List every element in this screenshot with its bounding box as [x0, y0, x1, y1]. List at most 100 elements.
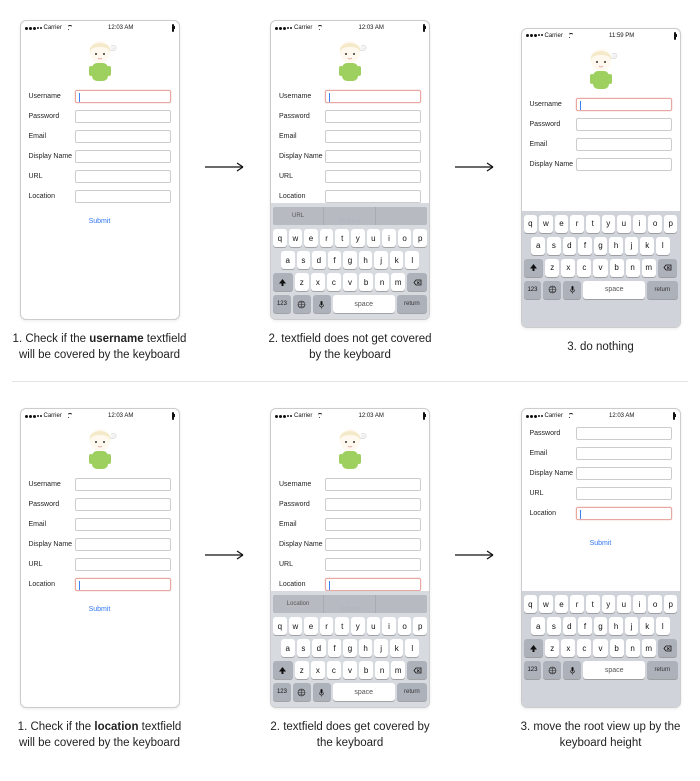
shift-key[interactable]: [524, 259, 544, 277]
mic-key[interactable]: [313, 295, 331, 313]
key-j[interactable]: j: [625, 617, 639, 635]
globe-key[interactable]: [293, 683, 311, 701]
username-field[interactable]: [75, 90, 171, 103]
key-u[interactable]: u: [617, 215, 631, 233]
key-d[interactable]: d: [312, 639, 326, 657]
key-s[interactable]: s: [547, 617, 561, 635]
return-key[interactable]: return: [647, 281, 677, 299]
shift-key[interactable]: [273, 661, 293, 679]
password-field[interactable]: [75, 110, 171, 123]
key-y[interactable]: y: [602, 595, 616, 613]
key-x[interactable]: x: [561, 639, 575, 657]
key-x[interactable]: x: [311, 661, 325, 679]
key-r[interactable]: r: [570, 595, 584, 613]
key-v[interactable]: v: [343, 661, 357, 679]
delete-key[interactable]: [407, 661, 427, 679]
numbers-key[interactable]: 123: [524, 661, 542, 679]
key-i[interactable]: i: [633, 215, 647, 233]
return-key[interactable]: return: [397, 295, 427, 313]
key-w[interactable]: w: [289, 229, 303, 247]
password-field[interactable]: [325, 498, 421, 511]
delete-key[interactable]: [407, 273, 427, 291]
key-t[interactable]: t: [335, 229, 349, 247]
key-q[interactable]: q: [524, 595, 538, 613]
key-f[interactable]: f: [328, 251, 342, 269]
key-d[interactable]: d: [563, 617, 577, 635]
key-h[interactable]: h: [609, 617, 623, 635]
key-l[interactable]: l: [656, 237, 670, 255]
key-f[interactable]: f: [328, 639, 342, 657]
key-n[interactable]: n: [626, 259, 640, 277]
key-v[interactable]: v: [593, 259, 607, 277]
predict-slot[interactable]: [325, 207, 376, 225]
key-k[interactable]: k: [390, 251, 404, 269]
key-v[interactable]: v: [593, 639, 607, 657]
email-field[interactable]: [75, 130, 171, 143]
submit-button[interactable]: Submit: [89, 218, 111, 225]
url-field[interactable]: [325, 170, 421, 183]
space-key[interactable]: space: [583, 661, 645, 679]
space-key[interactable]: space: [333, 295, 395, 313]
globe-key[interactable]: [543, 661, 561, 679]
key-c[interactable]: c: [577, 639, 591, 657]
key-g[interactable]: g: [343, 251, 357, 269]
predict-slot[interactable]: URL: [273, 207, 324, 225]
location-field[interactable]: [75, 190, 171, 203]
shift-key[interactable]: [273, 273, 293, 291]
return-key[interactable]: return: [647, 661, 677, 679]
key-c[interactable]: c: [327, 661, 341, 679]
key-v[interactable]: v: [343, 273, 357, 291]
key-k[interactable]: k: [640, 617, 654, 635]
key-m[interactable]: m: [391, 273, 405, 291]
key-z[interactable]: z: [295, 273, 309, 291]
key-n[interactable]: n: [626, 639, 640, 657]
display-name-field[interactable]: [325, 150, 421, 163]
key-k[interactable]: k: [390, 639, 404, 657]
shift-key[interactable]: [524, 639, 544, 657]
key-g[interactable]: g: [594, 617, 608, 635]
key-o[interactable]: o: [648, 215, 662, 233]
key-h[interactable]: h: [359, 639, 373, 657]
predict-slot[interactable]: [377, 207, 427, 225]
email-field[interactable]: [75, 518, 171, 531]
display-name-field[interactable]: [75, 538, 171, 551]
key-a[interactable]: a: [531, 237, 545, 255]
predict-slot[interactable]: [377, 595, 427, 613]
key-a[interactable]: a: [281, 251, 295, 269]
username-field[interactable]: [576, 98, 672, 111]
numbers-key[interactable]: 123: [273, 683, 291, 701]
key-l[interactable]: l: [656, 617, 670, 635]
key-w[interactable]: w: [539, 595, 553, 613]
key-i[interactable]: i: [382, 617, 396, 635]
return-key[interactable]: return: [397, 683, 427, 701]
key-o[interactable]: o: [398, 617, 412, 635]
key-u[interactable]: u: [367, 229, 381, 247]
key-u[interactable]: u: [367, 617, 381, 635]
key-r[interactable]: r: [320, 229, 334, 247]
key-t[interactable]: t: [335, 617, 349, 635]
key-t[interactable]: t: [586, 215, 600, 233]
key-p[interactable]: p: [664, 215, 678, 233]
key-c[interactable]: c: [327, 273, 341, 291]
key-q[interactable]: q: [524, 215, 538, 233]
key-e[interactable]: e: [555, 215, 569, 233]
url-field[interactable]: [75, 558, 171, 571]
key-i[interactable]: i: [382, 229, 396, 247]
location-field[interactable]: [325, 578, 421, 591]
display-name-field[interactable]: [576, 158, 672, 171]
location-field[interactable]: [576, 507, 672, 520]
predict-slot[interactable]: [325, 595, 376, 613]
key-b[interactable]: b: [610, 639, 624, 657]
key-j[interactable]: j: [374, 251, 388, 269]
key-y[interactable]: y: [351, 617, 365, 635]
key-r[interactable]: r: [570, 215, 584, 233]
key-e[interactable]: e: [304, 229, 318, 247]
key-o[interactable]: o: [398, 229, 412, 247]
key-a[interactable]: a: [531, 617, 545, 635]
display-name-field[interactable]: [325, 538, 421, 551]
key-e[interactable]: e: [555, 595, 569, 613]
key-y[interactable]: y: [351, 229, 365, 247]
key-n[interactable]: n: [375, 661, 389, 679]
key-x[interactable]: x: [561, 259, 575, 277]
email-field[interactable]: [325, 518, 421, 531]
